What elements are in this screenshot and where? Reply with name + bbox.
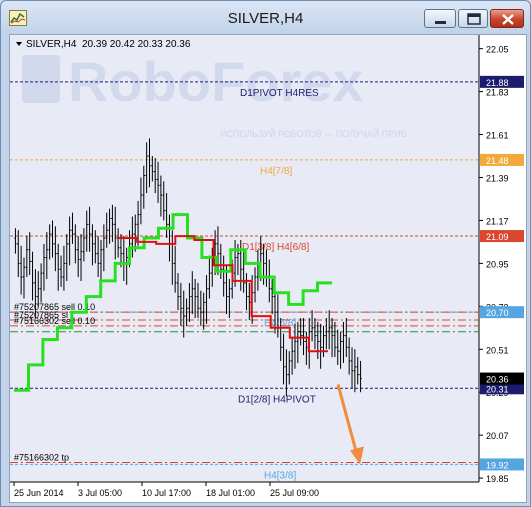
chart-window: SILVER,H4 RoboForex ИСПОЛЬЗУЙ РОБОТОВ — … bbox=[0, 0, 531, 507]
price-tag-label: 21.48 bbox=[486, 156, 509, 166]
price-tag-label: 19.92 bbox=[486, 460, 509, 470]
level-label: D1[3/8] H4[6/8] bbox=[242, 242, 309, 253]
time-axis-label: 25 Jun 2014 bbox=[14, 488, 64, 498]
price-axis-label: 19.85 bbox=[486, 474, 509, 484]
restore-button[interactable] bbox=[458, 9, 488, 28]
price-axis-label: 20.51 bbox=[486, 345, 509, 355]
close-button[interactable] bbox=[490, 9, 524, 28]
price-tag-label: 21.88 bbox=[486, 78, 509, 88]
price-axis-label: 21.83 bbox=[486, 88, 509, 98]
chart-header: SILVER,H4 20.39 20.42 20.33 20.36 bbox=[16, 39, 191, 50]
price-tag-label: 20.31 bbox=[486, 384, 509, 394]
price-axis-label: 22.05 bbox=[486, 45, 509, 55]
price-axis-label: 21.39 bbox=[486, 173, 509, 183]
level-label: D1[2/8] H4PIVOT bbox=[238, 394, 316, 405]
title-bar[interactable]: SILVER,H4 bbox=[1, 1, 530, 35]
minimize-icon bbox=[435, 21, 446, 24]
current-price-label: 20.36 bbox=[486, 375, 509, 385]
price-tag-label: 20.70 bbox=[486, 308, 509, 318]
level-label: H4[7/8] bbox=[260, 166, 292, 177]
chart-ohlc: 20.39 20.42 20.33 20.36 bbox=[82, 39, 191, 50]
level-label: D1PIVOT H4RES bbox=[240, 88, 319, 99]
time-axis-label: 10 Jul 17:00 bbox=[142, 488, 191, 498]
time-axis-label: 18 Jul 01:00 bbox=[206, 488, 255, 498]
price-axis-label: 21.61 bbox=[486, 131, 509, 141]
price-axis-label: 21.17 bbox=[486, 216, 509, 226]
chart-symbol: SILVER,H4 bbox=[26, 39, 77, 50]
level-label: H4[3/8] bbox=[264, 470, 296, 481]
minimize-button[interactable] bbox=[424, 9, 456, 28]
order-label: #75166302 tp bbox=[14, 452, 69, 462]
watermark-logo-icon bbox=[22, 55, 60, 103]
close-icon bbox=[502, 14, 514, 25]
time-axis-label: 3 Jul 05:00 bbox=[78, 488, 122, 498]
price-axis-label: 20.95 bbox=[486, 259, 509, 269]
order-label: #75166302 sell 0.10 bbox=[14, 316, 95, 326]
time-axis-label: 25 Jul 09:00 bbox=[270, 488, 319, 498]
watermark-tagline: ИСПОЛЬЗУЙ РОБОТОВ — ПОЛУЧАЙ ПРИБ bbox=[220, 128, 407, 139]
chart-area[interactable]: RoboForex ИСПОЛЬЗУЙ РОБОТОВ — ПОЛУЧАЙ ПР… bbox=[9, 34, 527, 503]
restore-icon bbox=[467, 13, 481, 25]
price-tag-label: 21.09 bbox=[486, 232, 509, 242]
price-axis-label: 20.07 bbox=[486, 431, 509, 441]
